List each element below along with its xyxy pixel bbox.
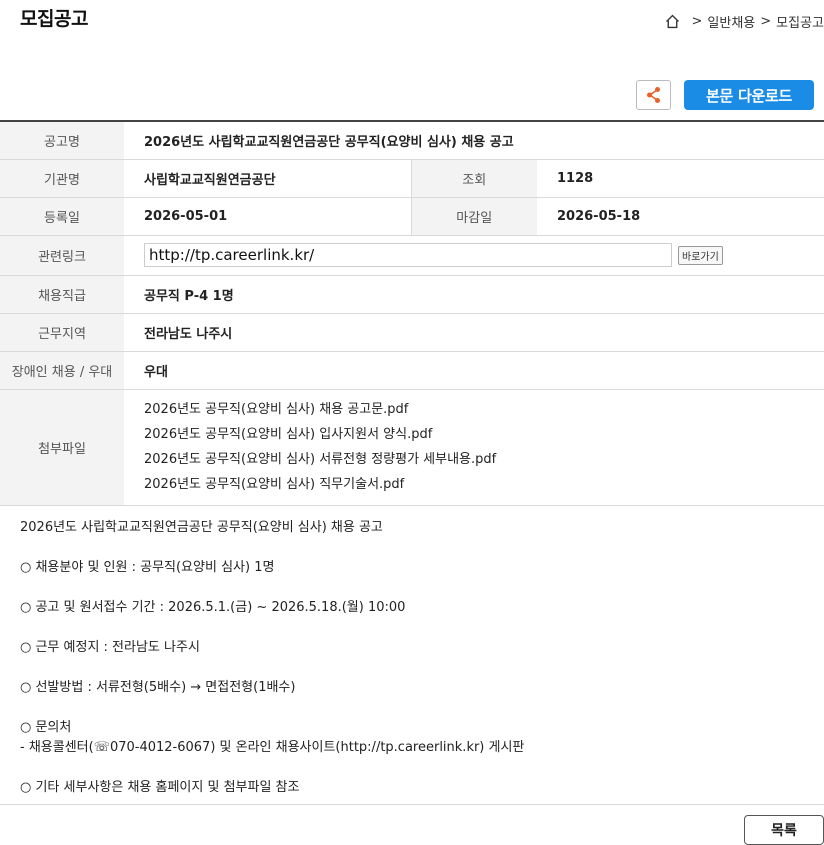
body-contact-title: ○ 문의처: [20, 720, 72, 735]
home-icon[interactable]: [664, 13, 681, 30]
views-label: 조회: [410, 159, 537, 198]
body-recruit-field: ○ 채용분야 및 인원 : 공무직(요양비 심사) 1명: [20, 560, 275, 575]
files-label: 첨부파일: [0, 389, 124, 506]
table-row: 장애인 채용 / 우대 우대: [0, 351, 824, 390]
share-icon: [646, 87, 660, 103]
table-row: 근무지역 전라남도 나주시: [0, 313, 824, 352]
table-row: 등록일 2026-05-01 마감일 2026-05-18: [0, 197, 824, 236]
grade-label: 채용직급: [0, 275, 124, 314]
disabled-label: 장애인 채용 / 우대: [0, 351, 124, 390]
related-link-field[interactable]: http://tp.careerlink.kr/: [144, 243, 672, 267]
download-button[interactable]: 본문 다운로드: [684, 80, 814, 110]
attachment-link[interactable]: 2026년도 공무직(요양비 심사) 채용 공고문.pdf: [144, 397, 804, 422]
org-label: 기관명: [0, 159, 124, 198]
disabled-value: 우대: [124, 351, 824, 390]
list-button[interactable]: 목록: [744, 815, 824, 845]
link-label: 관련링크: [0, 235, 124, 276]
breadcrumb-item-current: 모집공고: [776, 16, 824, 31]
breadcrumb-item-general[interactable]: 일반채용: [707, 12, 755, 31]
go-link-button[interactable]: 바로가기: [678, 245, 723, 265]
divider: [0, 804, 824, 805]
reg-date-label: 등록일: [0, 197, 124, 236]
reg-date-value: 2026-05-01: [124, 197, 411, 236]
region-label: 근무지역: [0, 313, 124, 352]
job-info-table: 공고명 2026년도 사립학교교직원연금공단 공무직(요양비 심사) 채용 공고…: [0, 120, 824, 506]
table-row: 채용직급 공무직 P-4 1명: [0, 275, 824, 314]
deadline-value: 2026-05-18: [537, 197, 824, 236]
org-value: 사립학교교직원연금공단: [124, 159, 411, 198]
page-title: 모집공고: [20, 8, 88, 30]
body-selection: ○ 선발방법 : 서류전형(5배수) → 면접전형(1배수): [20, 680, 296, 695]
body-contact-detail: - 채용콜센터(☏070-4012-6067) 및 온라인 채용사이트(http…: [20, 740, 525, 755]
attachment-list: 2026년도 공무직(요양비 심사) 채용 공고문.pdf 2026년도 공무직…: [144, 397, 804, 497]
table-row: 기관명 사립학교교직원연금공단 조회 1128: [0, 159, 824, 198]
body-contact: ○ 문의처 - 채용콜센터(☏070-4012-6067) 및 온라인 채용사이…: [20, 718, 524, 778]
deadline-label: 마감일: [410, 197, 537, 236]
body-location: ○ 근무 예정지 : 전라남도 나주시: [20, 640, 200, 655]
attachment-link[interactable]: 2026년도 공무직(요양비 심사) 직무기술서.pdf: [144, 472, 804, 497]
table-row: 관련링크 http://tp.careerlink.kr/ 바로가기: [0, 235, 824, 276]
title-label: 공고명: [0, 121, 124, 160]
grade-value: 공무직 P-4 1명: [124, 275, 824, 314]
breadcrumb-separator: >: [760, 14, 772, 29]
table-row: 공고명 2026년도 사립학교교직원연금공단 공무직(요양비 심사) 채용 공고: [0, 121, 824, 160]
views-value: 1128: [537, 159, 824, 198]
body-period: ○ 공고 및 원서접수 기간 : 2026.5.1.(금) ~ 2026.5.1…: [20, 600, 406, 615]
table-row: 첨부파일 2026년도 공무직(요양비 심사) 채용 공고문.pdf 2026년…: [0, 389, 824, 506]
title-value: 2026년도 사립학교교직원연금공단 공무직(요양비 심사) 채용 공고: [124, 121, 824, 160]
breadcrumb: > 일반채용 > 모집공고: [664, 12, 824, 31]
body-etc: ○ 기타 세부사항은 채용 홈페이지 및 첨부파일 참조: [20, 780, 300, 795]
link-row: http://tp.careerlink.kr/ 바로가기: [144, 243, 804, 267]
breadcrumb-separator: >: [691, 14, 703, 29]
share-button[interactable]: [636, 80, 671, 110]
announcement-body: 2026년도 사립학교교직원연금공단 공무직(요양비 심사) 채용 공고 ○ 채…: [20, 518, 524, 818]
attachment-link[interactable]: 2026년도 공무직(요양비 심사) 서류전형 정량평가 세부내용.pdf: [144, 447, 804, 472]
region-value: 전라남도 나주시: [124, 313, 824, 352]
attachment-link[interactable]: 2026년도 공무직(요양비 심사) 입사지원서 양식.pdf: [144, 422, 804, 447]
body-heading: 2026년도 사립학교교직원연금공단 공무직(요양비 심사) 채용 공고: [20, 520, 383, 535]
